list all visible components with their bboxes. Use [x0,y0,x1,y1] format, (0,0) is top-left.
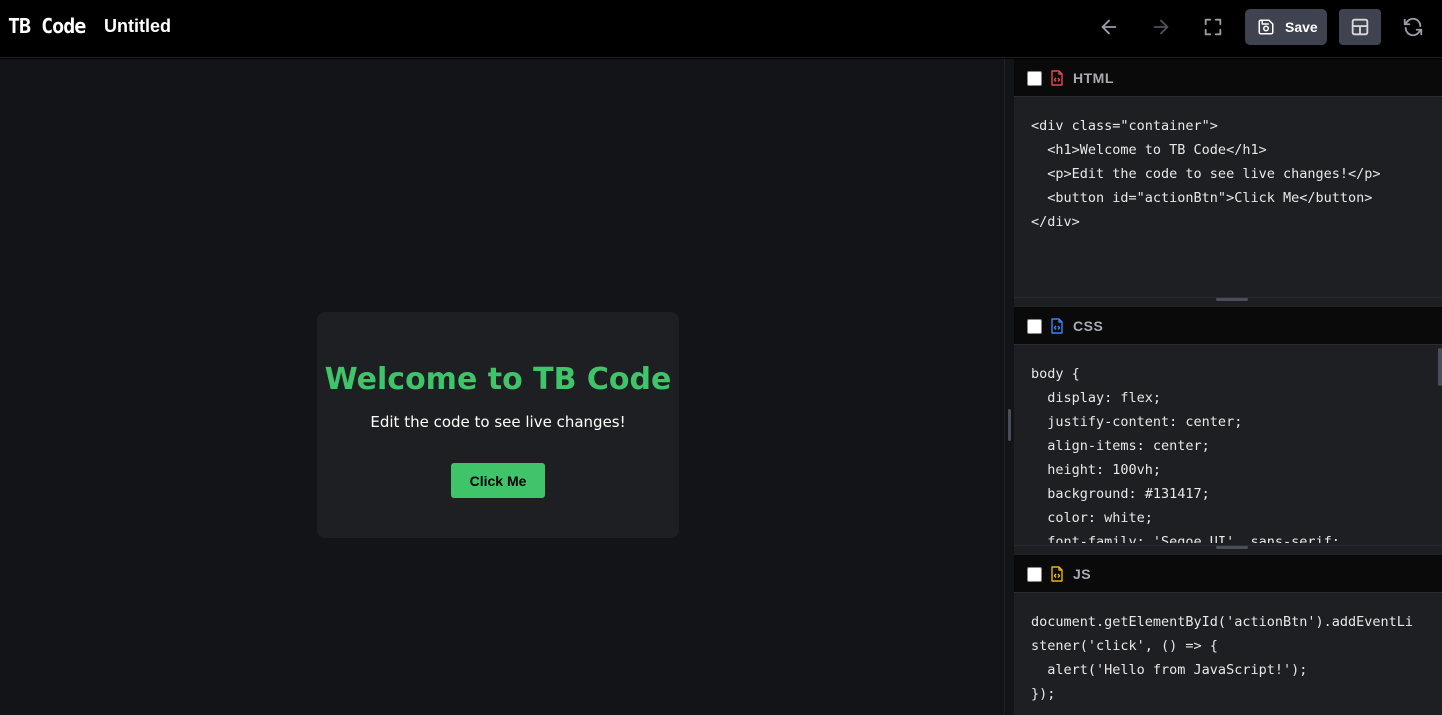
floppy-disk-icon [1258,19,1274,35]
html-panel-checkbox[interactable] [1027,71,1042,86]
arrow-right-icon[interactable] [1143,9,1179,45]
html-css-splitter[interactable] [1014,297,1442,307]
preview-heading: Welcome to TB Code [324,362,672,397]
preview-action-button[interactable]: Click Me [451,463,545,498]
app-logo: TB Code [8,14,86,38]
css-panel-label: CSS [1073,318,1104,334]
preview-container: Welcome to TB Code Edit the code to see … [317,312,679,538]
preview-paragraph: Edit the code to see live changes! [370,413,626,431]
layout-toggle-button[interactable] [1339,9,1381,45]
layout-icon [1351,18,1369,36]
css-code-editor[interactable]: body { display: flex; justify-content: c… [1031,362,1436,543]
splitter-grip[interactable] [1008,409,1011,441]
fullscreen-icon[interactable] [1195,9,1231,45]
css-file-icon [1051,318,1063,334]
html-code-editor[interactable]: <div class="container"> <h1>Welcome to T… [1031,114,1436,294]
js-file-icon [1051,566,1063,582]
arrow-left-icon[interactable] [1091,9,1127,45]
editor-panels: HTML <div class="container"> <h1>Welcome… [1014,59,1442,715]
document-title[interactable]: Untitled [104,16,171,37]
css-panel-checkbox[interactable] [1027,319,1042,334]
top-bar: TB Code Untitled Save [0,0,1442,58]
splitter-grip[interactable] [1216,546,1248,549]
js-panel-checkbox[interactable] [1027,567,1042,582]
css-js-splitter[interactable] [1014,545,1442,555]
js-panel-header[interactable]: JS [1014,555,1442,593]
save-button-label: Save [1285,19,1318,35]
splitter-grip[interactable] [1216,298,1248,301]
save-button[interactable]: Save [1245,9,1327,45]
refresh-icon[interactable] [1395,9,1431,45]
html-panel-label: HTML [1073,70,1114,86]
html-panel-header[interactable]: HTML [1014,59,1442,97]
js-code-editor[interactable]: document.getElementById('actionBtn').add… [1031,610,1436,715]
css-panel-header[interactable]: CSS [1014,307,1442,345]
vertical-splitter[interactable] [1004,59,1014,715]
html-file-icon [1051,70,1063,86]
js-panel-label: JS [1073,566,1092,582]
live-preview: Welcome to TB Code Edit the code to see … [0,59,1004,715]
css-editor-scrollbar[interactable] [1438,348,1442,386]
